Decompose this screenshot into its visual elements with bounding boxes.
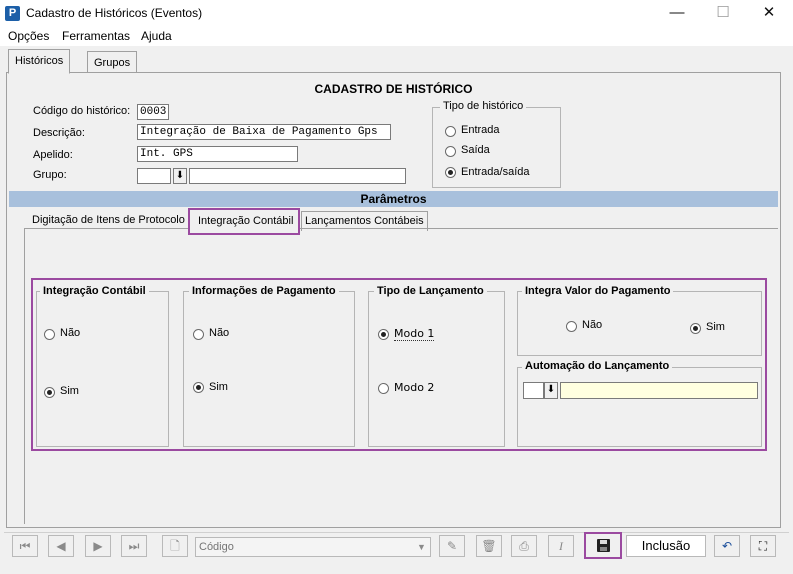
dropdown-icon[interactable]: ▼ [413, 538, 430, 556]
tl-radio-modo1[interactable] [378, 329, 389, 340]
tab-historicos[interactable]: Históricos [8, 49, 71, 74]
tab-lancamentos-contabeis[interactable]: Lançamentos Contábeis [301, 211, 428, 231]
print-icon[interactable]: ⎙ [511, 535, 537, 557]
integracao-contabil-title: Integração Contábil [40, 285, 149, 297]
tab-digitacao-protocolo[interactable]: Digitação de Itens de Protocolo [29, 211, 188, 231]
maximize-icon[interactable]: ☐ [700, 0, 746, 26]
new-document-icon[interactable]: 🗋 [162, 535, 188, 557]
radio-entrada-label: Entrada [461, 124, 500, 136]
informacoes-pagamento-group [183, 291, 355, 447]
iv-nao-label: Não [582, 319, 603, 331]
tipo-lancamento-group [368, 291, 505, 447]
prev-record-icon[interactable]: ◀ [48, 535, 74, 557]
integracao-contabil-group [36, 291, 169, 447]
apelido-field[interactable]: Int. GPS [137, 146, 298, 162]
automacao-title: Automação do Lançamento [522, 360, 673, 372]
integra-valor-group [517, 291, 762, 356]
radio-saida-label: Saída [461, 144, 490, 156]
automacao-group [517, 367, 762, 447]
automacao-code-field[interactable] [523, 382, 544, 399]
tl-radio-modo2[interactable] [378, 383, 389, 394]
informacoes-pagamento-title: Informações de Pagamento [189, 285, 339, 297]
ic-sim-label: Sim [60, 385, 79, 397]
tl-modo2-label: Modo 2 [394, 381, 435, 394]
first-record-icon[interactable]: ⏮ [12, 535, 38, 557]
window-title: Cadastro de Históricos (Eventos) [26, 6, 203, 20]
ip-sim-label: Sim [209, 381, 228, 393]
descricao-field[interactable]: Integração de Baixa de Pagamento Gps [137, 124, 391, 140]
save-button[interactable] [584, 532, 622, 559]
radio-entrada-saida[interactable] [445, 167, 456, 178]
download-arrow-icon[interactable]: ⬇ [173, 168, 187, 184]
ip-radio-nao[interactable] [193, 329, 204, 340]
minimize-icon[interactable]: — [654, 0, 700, 26]
grupo-label: Grupo: [33, 169, 67, 181]
ip-radio-sim[interactable] [193, 382, 204, 393]
binoculars-icon[interactable]: ⛶ [750, 535, 776, 557]
radio-entrada[interactable] [445, 126, 456, 137]
apelido-label: Apelido: [33, 149, 73, 161]
grupo-desc-field[interactable] [189, 168, 406, 184]
descricao-label: Descrição: [33, 127, 85, 139]
iv-sim-label: Sim [706, 321, 725, 333]
tipo-lancamento-title: Tipo de Lançamento [374, 285, 487, 297]
iv-radio-sim[interactable] [690, 323, 701, 334]
ip-nao-label: Não [209, 327, 230, 339]
grupo-code-field[interactable] [137, 168, 171, 184]
edit-icon[interactable]: ✎ [439, 535, 465, 557]
menu-opcoes[interactable]: Opções [8, 29, 49, 43]
radio-saida[interactable] [445, 146, 456, 157]
codigo-label: Código do histórico: [33, 105, 131, 117]
radio-entrada-saida-label: Entrada/saída [461, 166, 530, 178]
last-record-icon[interactable]: ⏭ [121, 535, 147, 557]
undo-icon[interactable]: ↶ [714, 535, 740, 557]
app-icon: P [5, 6, 20, 21]
menu-ajuda[interactable]: Ajuda [141, 29, 172, 43]
mode-label: Inclusão [626, 535, 706, 557]
ic-radio-sim[interactable] [44, 387, 55, 398]
menu-ferramentas[interactable]: Ferramentas [62, 29, 130, 43]
tab-integracao-contabil[interactable]: Integração Contábil [188, 208, 300, 235]
iv-radio-nao[interactable] [566, 321, 577, 332]
tab-grupos[interactable]: Grupos [87, 51, 138, 72]
section-title: CADASTRO DE HISTÓRICO [314, 82, 473, 96]
ic-radio-nao[interactable] [44, 329, 55, 340]
ic-nao-label: Não [60, 327, 81, 339]
codigo-field[interactable]: 0003 [137, 104, 169, 120]
search-input[interactable] [197, 539, 411, 555]
automacao-desc-field[interactable] [560, 382, 758, 399]
parametros-header: Parâmetros [9, 191, 778, 207]
tipo-historico-title: Tipo de histórico [440, 100, 527, 112]
italic-icon[interactable]: I [548, 535, 574, 557]
automacao-download-icon[interactable]: ⬇ [544, 382, 558, 399]
next-record-icon[interactable]: ▶ [85, 535, 111, 557]
tl-modo1-label: Modo 1 [394, 327, 435, 341]
save-icon [597, 539, 610, 552]
integra-valor-title: Integra Valor do Pagamento [522, 285, 674, 297]
close-icon[interactable]: ✕ [746, 0, 792, 26]
delete-icon[interactable]: 🗑 [476, 535, 502, 557]
